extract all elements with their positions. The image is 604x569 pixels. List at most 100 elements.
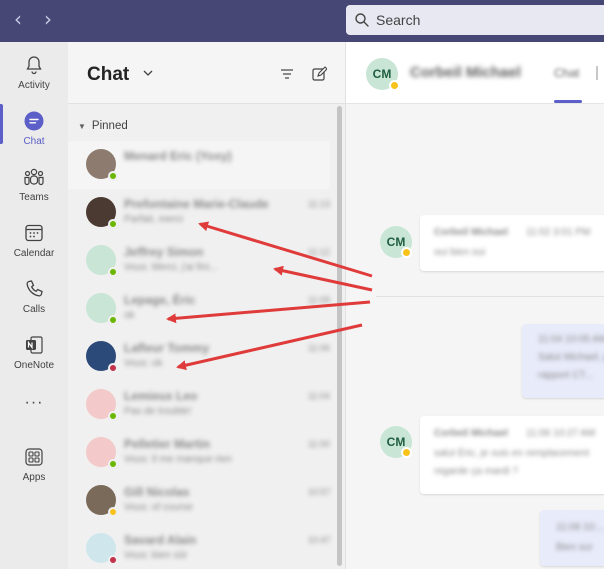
chat-item[interactable]: Lepage, Éric ok 11:09 bbox=[68, 285, 330, 333]
chat-icon bbox=[24, 111, 44, 131]
contact-name: Jeffrey Simon bbox=[124, 245, 204, 259]
message-text: Bien sur bbox=[556, 542, 593, 553]
filter-icon[interactable] bbox=[279, 66, 295, 82]
status-badge bbox=[108, 219, 118, 229]
message-time: 11:06 10:27 AM bbox=[526, 428, 596, 439]
message-time: 11:06 bbox=[308, 343, 330, 353]
rail-label-calls: Calls bbox=[22, 304, 46, 315]
message-preview: Parfait, merci bbox=[124, 214, 183, 225]
new-chat-icon[interactable] bbox=[311, 66, 327, 82]
rail-label-apps: Apps bbox=[22, 472, 46, 483]
rail-item-calls[interactable]: Calls bbox=[0, 270, 68, 324]
message-preview: Vous: ok bbox=[124, 358, 163, 369]
message-text: Salut Michael, je suis... bbox=[538, 352, 604, 363]
back-arrow-icon[interactable]: ‹ bbox=[8, 9, 28, 30]
contact-name: Prefontaine Marie-Claude bbox=[124, 197, 269, 211]
message-preview: Pas de trouble! bbox=[124, 406, 192, 417]
more-icon: ··· bbox=[24, 394, 44, 411]
message-time: 11:08 10:... bbox=[556, 522, 604, 533]
rail-item-activity[interactable]: Activity bbox=[0, 46, 68, 100]
contact-name: Menard Eric (Yoxy) bbox=[124, 149, 232, 163]
message-sender: Corbeil Michael bbox=[434, 428, 508, 439]
status-badge bbox=[108, 171, 118, 181]
chat-item[interactable]: Gill Nicolas Vous: of course 10:57 bbox=[68, 477, 331, 525]
message-time: 11:13 bbox=[308, 199, 330, 209]
message-time: 10:57 bbox=[308, 487, 331, 497]
status-badge bbox=[108, 363, 118, 373]
chat-list-scrollbar[interactable] bbox=[337, 106, 342, 566]
message-card[interactable]: Corbeil Michael 11:02 3:01 PM oui bien o… bbox=[420, 215, 604, 271]
status-badge bbox=[108, 459, 118, 469]
message-time: 11:00 bbox=[308, 439, 330, 449]
rail-item-more[interactable]: ··· bbox=[0, 392, 68, 422]
rail-item-apps[interactable]: Apps bbox=[0, 438, 68, 492]
message-preview: Vous: of course bbox=[124, 502, 193, 513]
status-badge bbox=[108, 507, 118, 517]
rail-label-activity: Activity bbox=[18, 80, 50, 91]
chevron-down-icon[interactable] bbox=[141, 66, 155, 80]
message-sender: Corbeil Michael bbox=[434, 227, 508, 238]
status-badge bbox=[401, 447, 412, 458]
search-input[interactable]: Search bbox=[346, 5, 604, 35]
status-badge bbox=[108, 267, 118, 277]
message-card[interactable]: 11:08 10:... Bien sur bbox=[540, 510, 604, 566]
pinned-section-label[interactable]: ▼ Pinned bbox=[78, 120, 128, 132]
message-text: regarde ça mardi ? bbox=[434, 466, 518, 477]
message-preview: Vous: bien sûr bbox=[124, 550, 188, 561]
phone-icon bbox=[26, 280, 43, 297]
message-card[interactable]: 11:04 10:05 AM Salut Michael, je suis...… bbox=[522, 324, 604, 398]
contact-name: Lafleur Tommy bbox=[124, 341, 210, 355]
rail-label-calendar: Calendar bbox=[13, 248, 55, 259]
chat-item[interactable]: Menard Eric (Yoxy) bbox=[68, 141, 330, 189]
message-time: 11:04 10:05 AM bbox=[538, 334, 604, 345]
forward-arrow-icon[interactable]: › bbox=[38, 9, 58, 30]
page-title[interactable]: Chat bbox=[87, 64, 129, 86]
message-text: oui bien oui bbox=[434, 247, 486, 258]
message-text: rapport CT... bbox=[538, 370, 594, 381]
status-badge bbox=[389, 80, 400, 91]
chat-item[interactable]: Lemieux Leo Pas de trouble! 11:04 bbox=[68, 381, 330, 429]
search-icon bbox=[355, 13, 369, 27]
tab-underline bbox=[554, 100, 582, 103]
title-bar: ‹ › Search bbox=[0, 0, 604, 42]
contact-name: Lemieux Leo bbox=[124, 389, 198, 403]
conversation-panel: CM Corbeil Michael Chat CM Corbeil Micha… bbox=[346, 42, 604, 569]
status-badge bbox=[108, 555, 118, 565]
message-time: 11:12 bbox=[308, 247, 330, 257]
chat-item[interactable]: Prefontaine Marie-Claude Parfait, merci … bbox=[68, 189, 330, 237]
rail-item-onenote[interactable]: OneNote bbox=[0, 326, 68, 380]
status-badge bbox=[108, 315, 118, 325]
message-preview: Vous: Merci, j'ai fini... bbox=[124, 262, 218, 273]
date-divider bbox=[376, 296, 604, 297]
onenote-icon bbox=[26, 336, 43, 354]
chat-list-header: Chat bbox=[68, 42, 345, 104]
message-time: 11:04 bbox=[308, 391, 330, 401]
teams-icon bbox=[24, 168, 44, 186]
tab-divider bbox=[596, 66, 598, 80]
rail-item-chat[interactable]: Chat bbox=[0, 102, 68, 156]
message-time: 10:47 bbox=[308, 535, 331, 545]
chat-item[interactable]: Pelletier Martin Vous: Il me manque rien… bbox=[68, 429, 330, 477]
tab-chat[interactable]: Chat bbox=[554, 66, 579, 80]
contact-name: Gill Nicolas bbox=[124, 485, 190, 499]
chat-item[interactable]: Savard Alain Vous: bien sûr 10:47 bbox=[68, 525, 331, 569]
rail-label-onenote: OneNote bbox=[13, 360, 55, 371]
collapse-triangle-icon: ▼ bbox=[78, 121, 86, 131]
conversation-name: Corbeil Michael bbox=[410, 64, 521, 81]
rail-item-teams[interactable]: Teams bbox=[0, 158, 68, 212]
contact-name: Pelletier Martin bbox=[124, 437, 211, 451]
chat-item[interactable]: Jeffrey Simon Vous: Merci, j'ai fini... … bbox=[68, 237, 330, 285]
rail-item-calendar[interactable]: Calendar bbox=[0, 214, 68, 268]
search-placeholder: Search bbox=[376, 12, 421, 28]
status-badge bbox=[108, 411, 118, 421]
rail-label-chat: Chat bbox=[23, 136, 45, 147]
message-text: salut Éric, je suis en remplacement bbox=[434, 448, 590, 459]
message-preview: Vous: Il me manque rien bbox=[124, 454, 232, 465]
bell-icon bbox=[26, 56, 42, 75]
app-rail: Activity Chat Teams Calendar Calls OneNo… bbox=[0, 42, 68, 569]
contact-name: Lepage, Éric bbox=[124, 293, 196, 307]
message-card[interactable]: Corbeil Michael 11:06 10:27 AM salut Éri… bbox=[420, 416, 604, 494]
chat-item[interactable]: Lafleur Tommy Vous: ok 11:06 bbox=[68, 333, 330, 381]
message-preview: ok bbox=[124, 310, 135, 321]
message-time: 11:09 bbox=[308, 295, 330, 305]
